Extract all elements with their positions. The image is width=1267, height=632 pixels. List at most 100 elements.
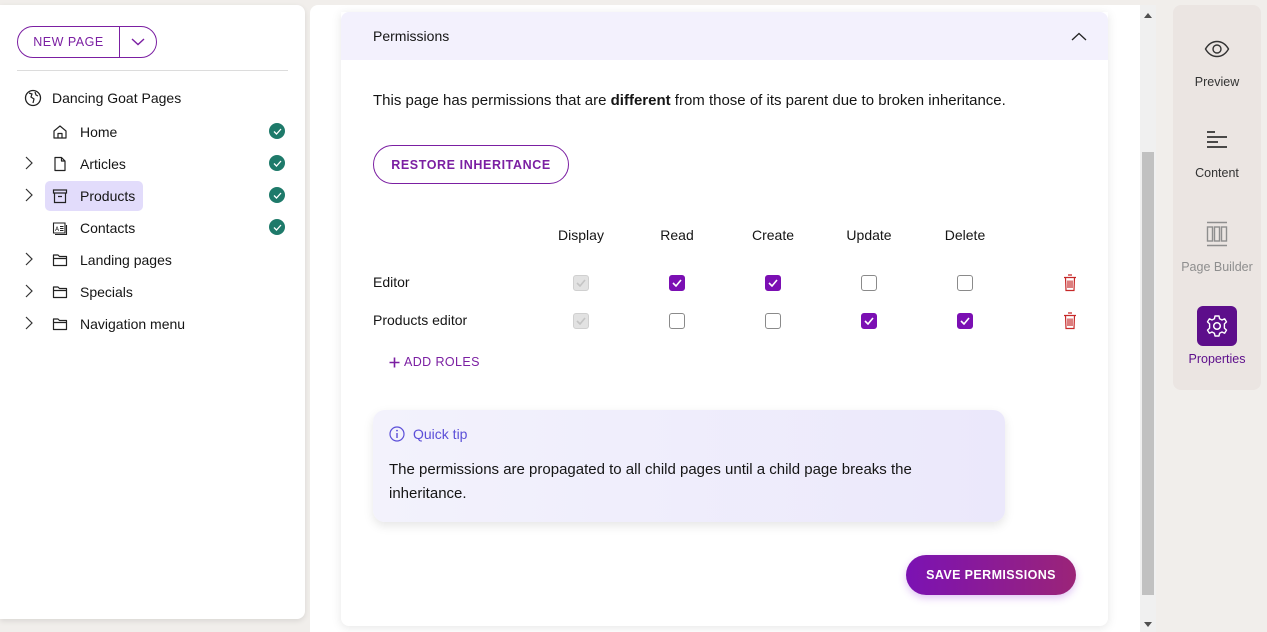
new-page-split-button: NEW PAGE <box>17 26 157 58</box>
tree-node-articles[interactable]: Articles <box>45 149 134 179</box>
chevron-down-icon <box>131 38 145 46</box>
published-status-icon <box>269 219 285 235</box>
folder-icon <box>52 318 68 331</box>
restore-inheritance-button[interactable]: RESTORE INHERITANCE <box>373 145 569 184</box>
checkbox-display <box>573 313 589 329</box>
checkbox-create[interactable] <box>765 313 781 329</box>
scroll-up-button[interactable] <box>1140 7 1156 23</box>
quick-tip: Quick tip The permissions are propagated… <box>373 410 1005 522</box>
new-page-button[interactable]: NEW PAGE <box>18 27 119 57</box>
contact-card-icon: A <box>52 222 68 236</box>
intro-text: This page has permissions that are <box>373 92 611 109</box>
rail-item-label: Preview <box>1194 75 1240 89</box>
chevron-right-icon[interactable] <box>22 252 36 266</box>
checkbox-update[interactable] <box>861 313 877 329</box>
info-icon <box>389 426 405 442</box>
tree-item-landing-pages: Landing pages <box>0 243 305 275</box>
rail-item-content[interactable]: Content <box>1173 120 1261 180</box>
tree-item-label: Navigation menu <box>80 316 186 332</box>
tree-root-label: Dancing Goat Pages <box>52 90 182 106</box>
delete-role-button[interactable] <box>1063 274 1077 292</box>
checkbox-read[interactable] <box>669 275 685 291</box>
delete-role-button[interactable] <box>1063 312 1077 330</box>
checkbox-update[interactable] <box>861 275 877 291</box>
right-rail: Preview Content Page Builder Properties <box>1173 5 1261 390</box>
add-roles-label: ADD ROLES <box>404 355 480 369</box>
rail-item-label: Content <box>1195 166 1239 180</box>
intro-text-end: from those of its parent due to broken i… <box>670 92 1006 109</box>
tree-root[interactable]: Dancing Goat Pages <box>24 89 181 107</box>
tree-node-contacts[interactable]: A Contacts <box>45 213 143 243</box>
tree-item-products: Products <box>0 179 305 211</box>
scrollbar-thumb[interactable] <box>1142 152 1154 595</box>
tree-item-label: Articles <box>80 156 126 172</box>
chevron-right-icon[interactable] <box>22 284 36 298</box>
tree-node-products[interactable]: Products <box>45 181 144 211</box>
tree-item-articles: Articles <box>0 147 305 179</box>
chevron-right-icon[interactable] <box>22 316 36 330</box>
page-builder-icon <box>1197 214 1237 254</box>
tree-item-label: Specials <box>80 284 133 300</box>
tree-item-label: Contacts <box>80 220 136 236</box>
rail-item-label: Properties <box>1188 352 1246 366</box>
vertical-scrollbar[interactable] <box>1140 5 1156 632</box>
add-roles-button[interactable]: ADD ROLES <box>389 355 480 369</box>
collapse-button[interactable] <box>1070 27 1088 45</box>
scroll-down-button[interactable] <box>1140 616 1156 632</box>
globe-icon <box>24 89 42 107</box>
checkbox-delete[interactable] <box>957 275 973 291</box>
tree-item-home: Home <box>0 115 305 147</box>
checkbox-delete[interactable] <box>957 313 973 329</box>
tree-item-specials: Specials <box>0 275 305 307</box>
tree-node-home[interactable]: Home <box>45 117 125 147</box>
column-header-update: Update <box>846 227 892 243</box>
gear-icon <box>1197 306 1237 346</box>
tree-item-label: Home <box>80 124 118 140</box>
tree-node-specials[interactable]: Specials <box>45 277 141 307</box>
intro-emphasis: different <box>610 92 671 109</box>
quick-tip-body: The permissions are propagated to all ch… <box>389 461 912 502</box>
permission-row: Editor <box>373 262 1076 300</box>
published-status-icon <box>269 155 285 171</box>
tree-item-navigation-menu: Navigation menu <box>0 307 305 339</box>
role-name: Editor <box>373 274 410 290</box>
permissions-table: Display Read Create Update Delete Editor… <box>373 224 1076 338</box>
chevron-right-icon[interactable] <box>22 156 36 170</box>
folder-icon <box>52 254 68 267</box>
page-icon <box>54 156 66 172</box>
permission-row: Products editor <box>373 300 1076 338</box>
column-header-display: Display <box>558 227 604 243</box>
permissions-header[interactable]: Permissions <box>341 12 1108 60</box>
tree-list: Home Articles Products A Contacts Landin… <box>0 115 305 339</box>
checkbox-create[interactable] <box>765 275 781 291</box>
tree-item-label: Landing pages <box>80 252 172 268</box>
checkbox-display <box>573 275 589 291</box>
checkbox-read[interactable] <box>669 313 685 329</box>
rail-item-page-builder[interactable]: Page Builder <box>1173 214 1261 274</box>
content-tree-panel: NEW PAGE Dancing Goat Pages Home Article… <box>0 5 305 619</box>
chevron-up-icon <box>1071 32 1087 40</box>
folder-icon <box>52 286 68 299</box>
tree-item-contacts: A Contacts <box>0 211 305 243</box>
inheritance-message: This page has permissions that are diffe… <box>373 92 1006 109</box>
tree-node-navigation-menu[interactable]: Navigation menu <box>45 309 193 339</box>
chevron-right-icon[interactable] <box>22 188 36 202</box>
column-header-read: Read <box>660 227 694 243</box>
trash-icon <box>1064 312 1076 330</box>
rail-item-preview[interactable]: Preview <box>1173 29 1261 89</box>
save-permissions-button[interactable]: SAVE PERMISSIONS <box>906 555 1076 595</box>
rail-item-properties[interactable]: Properties <box>1173 306 1261 366</box>
trash-icon <box>1064 274 1076 292</box>
permissions-card: Permissions This page has permissions th… <box>341 12 1108 626</box>
permissions-title: Permissions <box>373 28 450 44</box>
archive-icon <box>52 189 68 204</box>
divider <box>17 70 288 71</box>
eye-icon <box>1197 29 1237 69</box>
new-page-dropdown-button[interactable] <box>119 27 156 57</box>
published-status-icon <box>269 187 285 203</box>
arrow-down-icon <box>1144 621 1152 627</box>
tree-node-landing-pages[interactable]: Landing pages <box>45 245 180 275</box>
role-name: Products editor <box>373 312 468 328</box>
home-icon <box>53 125 67 139</box>
rail-item-label: Page Builder <box>1181 260 1253 274</box>
